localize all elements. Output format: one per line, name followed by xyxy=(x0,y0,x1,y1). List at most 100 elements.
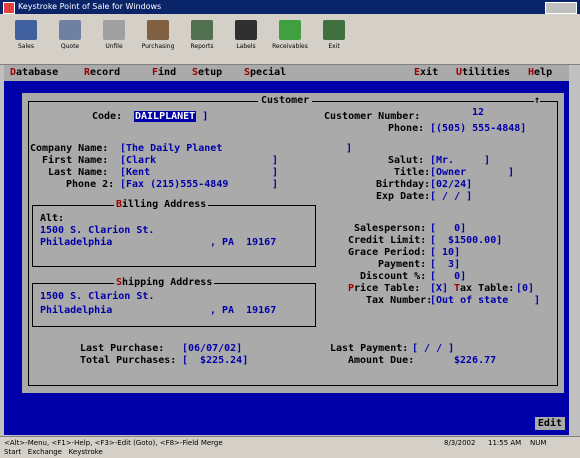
first-name-field[interactable]: [Clark xyxy=(120,155,156,166)
menu-special[interactable]: Special xyxy=(244,67,286,78)
toolbar-quote-label: Quote xyxy=(60,43,80,50)
billing-state-zip[interactable]: , PA 19167 xyxy=(210,237,276,248)
last-purchase-label: Last Purchase: xyxy=(80,343,165,354)
billing-city[interactable]: Philadelphia xyxy=(40,237,112,248)
toolbar-reports-icon xyxy=(191,20,213,40)
menu-help[interactable]: Help xyxy=(528,67,552,78)
phone-label: Phone: xyxy=(388,123,425,134)
grace-period-label: Grace Period: xyxy=(348,247,427,258)
discount-field[interactable]: [ 0] xyxy=(430,271,466,282)
window-title-bar: Keystroke Point of Sale for Windows xyxy=(0,0,580,14)
company-field[interactable]: [The Daily Planet xyxy=(120,143,222,154)
menu-exit[interactable]: Exit xyxy=(414,67,438,78)
menu-utilities[interactable]: Utilities xyxy=(456,67,510,78)
code-value: DAILPLANET xyxy=(134,111,197,122)
key-hints: <Alt>-Menu, <F1>-Help, <F3>-Edit (Goto),… xyxy=(4,439,223,447)
toolbar-labels-button[interactable]: Labels xyxy=(226,18,266,60)
toolbar-purchasing-icon xyxy=(147,20,169,40)
salesperson-field[interactable]: [ 0] xyxy=(430,223,466,234)
toolbar-unfile-button[interactable]: Unfile xyxy=(94,18,134,60)
phone-field[interactable]: [(505) 555-4848] xyxy=(430,123,526,134)
toolbar-quote-button[interactable]: Quote xyxy=(50,18,90,60)
total-purchases-label: Total Purchases: xyxy=(80,355,177,366)
toolbar-sales-button[interactable]: Sales xyxy=(6,18,46,60)
exp-date-label: Exp Date: xyxy=(376,191,431,202)
code-field[interactable]: DAILPLANET ] xyxy=(134,111,208,122)
status-time: 11:55 AM xyxy=(488,439,522,447)
status-num: NUM xyxy=(530,439,547,447)
toolbar: Sales Quote Unfile Purchasing Reports Labels R… xyxy=(0,14,580,65)
dos-status-line: Edit xyxy=(4,415,569,435)
payment-label: Payment: xyxy=(378,259,427,270)
last-payment-field[interactable]: [ / / ] xyxy=(412,343,454,354)
title-close-bracket: ] xyxy=(508,167,515,178)
tax-number-label: Tax Number: xyxy=(366,295,433,306)
last-purchase-value[interactable]: [06/07/02] xyxy=(182,343,242,354)
toolbar-labels-icon xyxy=(235,20,257,40)
menu-setup[interactable]: Setup xyxy=(192,67,222,78)
billing-title: Billing Address xyxy=(114,199,209,210)
mode-indicator: Edit xyxy=(534,417,565,430)
phone2-label: Phone 2: xyxy=(66,179,115,190)
salut-close-bracket: ] xyxy=(484,155,491,166)
toolbar-receivables-icon xyxy=(279,20,301,40)
menu-database[interactable]: Database xyxy=(10,67,58,78)
amount-due-value: $226.77 xyxy=(454,355,497,366)
alt-label: Alt: xyxy=(40,213,65,224)
last-close-bracket: ] xyxy=(272,167,279,178)
customer-number-label: Customer Number: xyxy=(324,111,421,122)
toolbar-exit-button[interactable]: Exit xyxy=(314,18,354,60)
payment-field[interactable]: [ 3] xyxy=(430,259,460,270)
toolbar-sales-icon xyxy=(15,20,37,40)
company-close-bracket: ] xyxy=(346,143,353,154)
customer-number-value: 12 xyxy=(472,107,485,118)
exp-date-field[interactable]: [ / / ] xyxy=(430,191,472,202)
shipping-title: Shipping Address xyxy=(114,277,215,288)
last-name-field[interactable]: [Kent xyxy=(120,167,150,178)
birthday-field[interactable]: [02/24] xyxy=(430,179,472,190)
toolbar-unfile-icon xyxy=(103,20,125,40)
tax-table-field[interactable]: [0] xyxy=(516,283,534,294)
salut-field[interactable]: [Mr. xyxy=(430,155,454,166)
menu-find[interactable]: Find xyxy=(152,67,176,78)
shipping-state-zip[interactable]: , PA 19167 xyxy=(210,305,276,316)
salesperson-label: Salesperson: xyxy=(354,223,427,234)
shipping-city[interactable]: Philadelphia xyxy=(40,305,112,316)
shipping-street[interactable]: 1500 S. Clarion St. xyxy=(40,291,154,302)
grace-period-field[interactable]: [ 10] xyxy=(430,247,460,258)
toolbar-purchasing-button[interactable]: Purchasing xyxy=(138,18,178,60)
toolbar-receivables-button[interactable]: Receivables xyxy=(270,18,310,60)
toolbar-unfile-label: Unfile xyxy=(105,43,123,50)
app-icon xyxy=(3,2,15,14)
status-date: 8/3/2002 xyxy=(444,439,476,447)
phone2-field[interactable]: [Fax (215)555-4849 xyxy=(120,179,228,190)
toolbar-sales-label: Sales xyxy=(18,43,34,50)
taskbar[interactable]: Start Exchange Keystroke xyxy=(4,448,103,456)
dos-screen: Database Record Find Setup Special Exit Utilit… xyxy=(4,65,569,435)
menu-bar: Database Record Find Setup Special Exit Utilit… xyxy=(4,65,569,81)
toolbar-exit-label: Exit xyxy=(328,43,340,50)
salut-label: Salut: xyxy=(388,155,425,166)
title-field[interactable]: [Owner xyxy=(430,167,466,178)
birthday-label: Birthday: xyxy=(376,179,431,190)
code-label: Code: xyxy=(92,111,123,122)
credit-limit-field[interactable]: [ $1500.00] xyxy=(430,235,502,246)
credit-limit-label: Credit Limit: xyxy=(348,235,427,246)
toolbar-receivables-label: Receivables xyxy=(272,43,308,50)
window-controls[interactable] xyxy=(545,2,577,14)
billing-street[interactable]: 1500 S. Clarion St. xyxy=(40,225,154,236)
phone2-close-bracket: ] xyxy=(272,179,279,190)
toolbar-reports-button[interactable]: Reports xyxy=(182,18,222,60)
windows-status-bar: <Alt>-Menu, <F1>-Help, <F3>-Edit (Goto),… xyxy=(0,436,580,458)
tax-number-field[interactable]: [Out of state xyxy=(430,295,508,306)
billing-address-box xyxy=(32,205,316,267)
total-purchases-value[interactable]: [ $225.24] xyxy=(182,355,248,366)
menu-record[interactable]: Record xyxy=(84,67,120,78)
amount-due-label: Amount Due: xyxy=(348,355,415,366)
close-icon[interactable]: ↑ xyxy=(534,95,541,106)
price-table-label: Price Table: xyxy=(348,283,421,294)
window-title: Keystroke Point of Sale for Windows xyxy=(18,2,162,11)
title-label: Title: xyxy=(394,167,431,178)
toolbar-quote-icon xyxy=(59,20,81,40)
price-table-field[interactable]: [X] xyxy=(430,283,448,294)
